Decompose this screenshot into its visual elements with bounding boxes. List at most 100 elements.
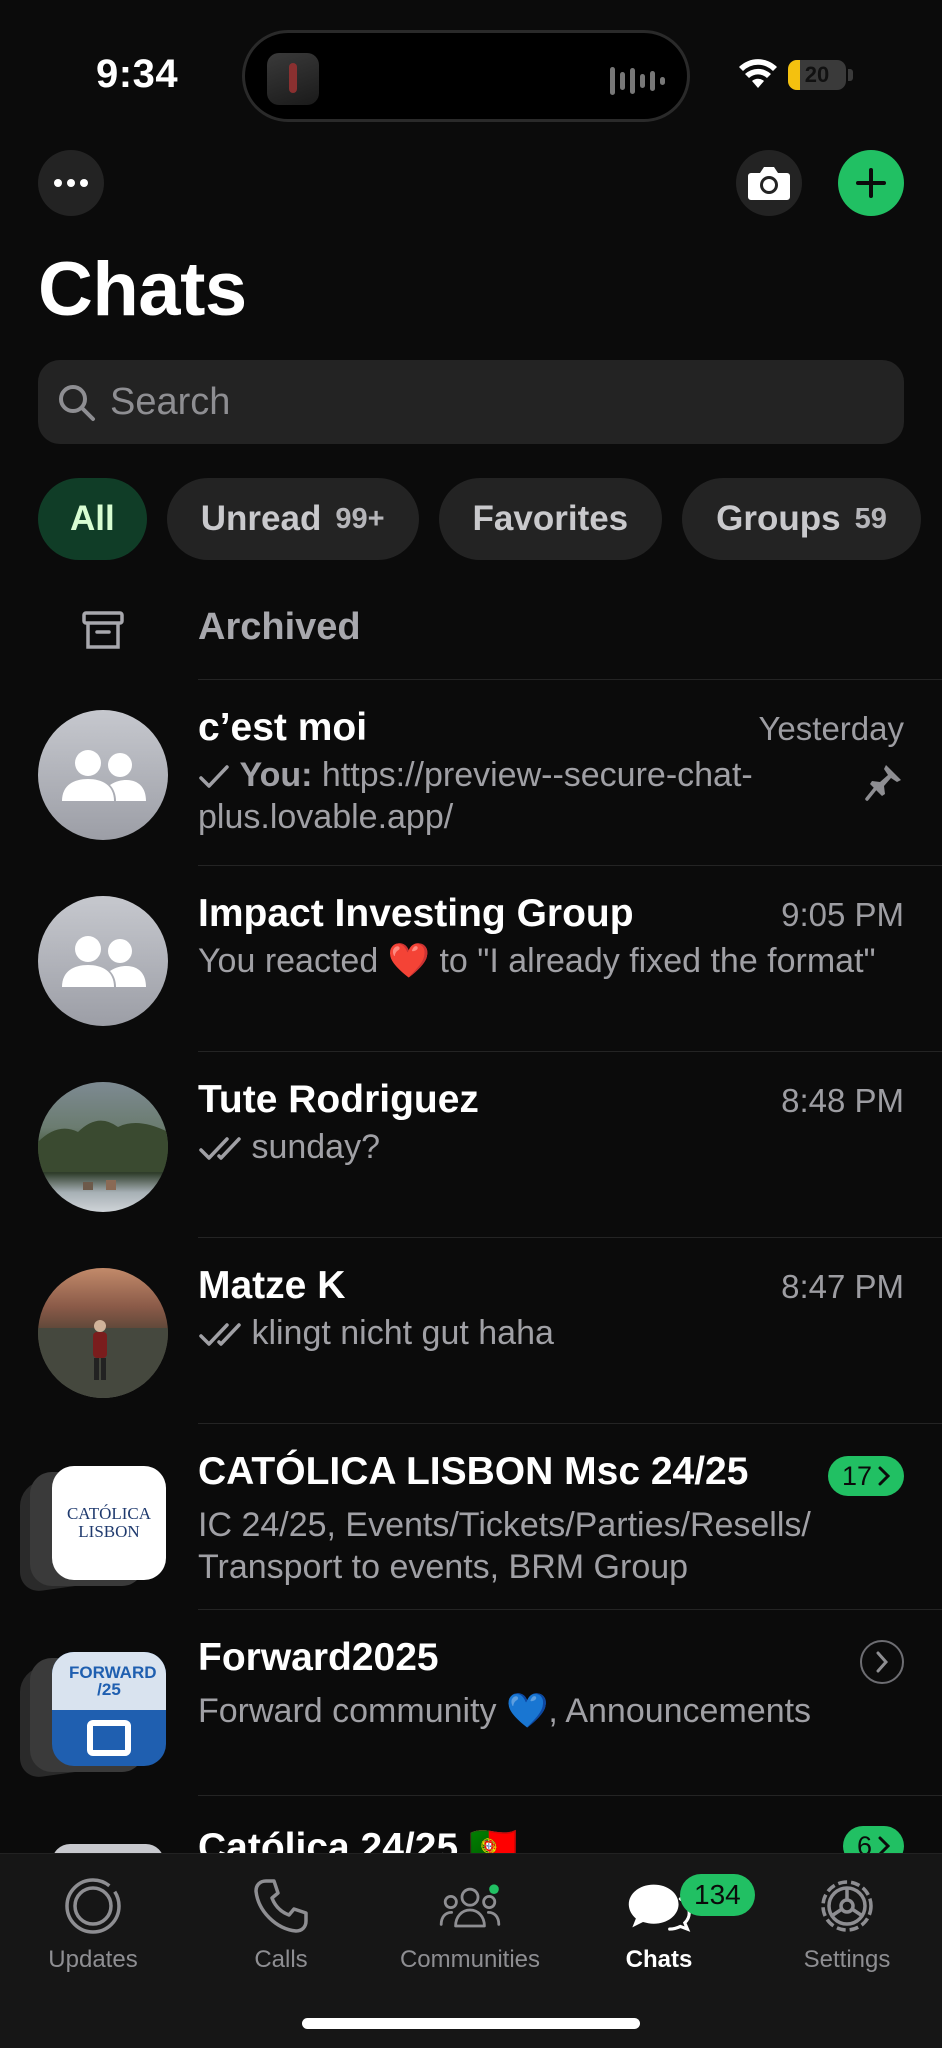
filter-chip-label: Favorites (472, 499, 629, 538)
tab-label: Chats (625, 1946, 693, 1973)
status-time: 9:34 (96, 52, 179, 96)
battery-icon: 20 (788, 60, 846, 90)
avatar (38, 710, 168, 840)
chat-preview: Forward community 💙, Announcements (198, 1690, 898, 1732)
group-icon (62, 936, 146, 987)
search-icon (52, 378, 100, 426)
search-bar[interactable] (38, 360, 904, 444)
chat-row[interactable]: FORWARD /25 Forward2025 Forward communit… (0, 1610, 942, 1796)
wifi-icon (739, 59, 777, 88)
settings-icon (815, 1874, 879, 1938)
tab-communities[interactable]: Communities (385, 1874, 555, 1984)
tab-label: Calls (254, 1946, 308, 1973)
chat-row[interactable]: c’est moi Yesterday You: https://preview… (0, 680, 942, 866)
community-avatar: CATÓLICA LISBON (20, 1454, 170, 1594)
chevron-right-icon (876, 1651, 889, 1673)
community-logo-text: FORWARD /25 (69, 1663, 157, 1699)
filter-chip-count: 99+ (335, 502, 385, 535)
camera-button[interactable] (736, 150, 802, 216)
chats-icon (627, 1874, 691, 1938)
tab-label: Updates (48, 1946, 138, 1973)
battery-nub (848, 69, 853, 81)
unread-badge[interactable]: 17 (827, 1456, 904, 1496)
tab-calls[interactable]: Calls (196, 1874, 366, 1984)
message-text: , Announcements (548, 1692, 812, 1730)
chevron-right-icon (878, 1466, 890, 1486)
avatar (38, 1082, 168, 1212)
ellipsis-icon (54, 179, 88, 187)
home-indicator (302, 2018, 640, 2029)
group-icon (62, 750, 146, 801)
profile-photo (38, 1320, 168, 1398)
audio-waveform-icon (610, 67, 665, 95)
chat-time: Yesterday (758, 710, 904, 747)
camera-icon (748, 167, 790, 200)
tab-settings[interactable]: Settings (762, 1874, 932, 1984)
double-check-icon (199, 1137, 241, 1160)
status-bar: 9:34 20 (0, 0, 942, 140)
chat-time: 8:47 PM (781, 1268, 904, 1305)
filter-chip-unread[interactable]: Unread 99+ (166, 478, 419, 560)
chat-preview: You reacted ❤️ to "I already fixed the f… (198, 940, 898, 982)
dynamic-island[interactable] (242, 30, 690, 122)
more-options-button[interactable] (38, 150, 104, 216)
message-text: You reacted (198, 942, 388, 980)
avatar (38, 896, 168, 1026)
new-chat-button[interactable] (838, 150, 904, 216)
chat-row[interactable]: Impact Investing Group 9:05 PM You react… (0, 866, 942, 1052)
chat-row[interactable]: Matze K 8:47 PM klingt nicht gut haha (0, 1238, 942, 1424)
heart-emoji: ❤️ (387, 942, 431, 980)
chat-name: Forward2025 (198, 1636, 439, 1679)
unread-count: 17 (841, 1460, 872, 1491)
message-text: klingt nicht gut haha (251, 1314, 554, 1352)
chat-name: Matze K (198, 1264, 346, 1307)
archive-icon (82, 611, 124, 649)
phone-icon (249, 1874, 313, 1938)
page-title: Chats (38, 247, 247, 332)
chat-row[interactable]: CATÓLICA LISBON CATÓLICA LISBON Msc 24/2… (0, 1424, 942, 1610)
chevron-right-icon (878, 1836, 890, 1853)
chat-preview: IC 24/25, Events/Tickets/Parties/Resells… (198, 1506, 811, 1586)
chat-name: Tute Rodriguez (198, 1078, 479, 1121)
chat-name: Católica 24/25 🇵🇹 (198, 1826, 518, 1853)
tab-chats[interactable]: Chats 134 (574, 1874, 755, 1984)
unread-badge: 134 (680, 1874, 755, 1916)
now-playing-thumbnail (267, 53, 319, 105)
community-avatar: FORWARD /25 (20, 1640, 170, 1780)
community-open-button[interactable] (860, 1640, 904, 1684)
chat-name: Impact Investing Group (198, 892, 634, 935)
tab-label: Settings (803, 1946, 891, 1973)
message-text: to "I already fixed the format" (430, 942, 876, 980)
avatar (38, 1268, 168, 1398)
double-check-icon (199, 1323, 241, 1346)
pin-icon (865, 765, 901, 801)
unread-badge[interactable]: 6 (842, 1826, 904, 1854)
tab-updates[interactable]: Updates (8, 1874, 178, 1984)
chat-preview: sunday? (198, 1126, 838, 1168)
sent-check-icon (199, 765, 229, 788)
chat-name: c’est moi (198, 706, 368, 749)
filter-chips: All Unread 99+ Favorites Groups 59 (38, 478, 921, 560)
filter-chip-count: 59 (854, 502, 887, 535)
message-text: sunday? (251, 1128, 380, 1166)
filter-chip-label: Groups (716, 499, 841, 538)
search-input[interactable] (110, 380, 870, 424)
filter-chip-label: Unread (200, 499, 322, 538)
message-text: Forward community (198, 1692, 506, 1730)
filter-chip-all[interactable]: All (38, 478, 147, 560)
filter-chip-groups[interactable]: Groups 59 (682, 478, 921, 560)
filter-chip-favorites[interactable]: Favorites (438, 478, 663, 560)
community-logo-text: CATÓLICA LISBON (66, 1504, 152, 1541)
battery-level: 20 (804, 62, 830, 87)
chat-name: CATÓLICA LISBON Msc 24/25 (198, 1450, 749, 1493)
blue-heart-emoji: 💙 (505, 1692, 549, 1730)
chat-preview: klingt nicht gut haha (198, 1312, 838, 1354)
chat-time: 9:05 PM (781, 896, 904, 933)
profile-photo (38, 1120, 168, 1190)
archived-label: Archived (198, 606, 361, 648)
tab-label: Communities (399, 1946, 541, 1973)
communities-icon (438, 1874, 502, 1938)
chat-row[interactable]: Tute Rodriguez 8:48 PM sunday? (0, 1052, 942, 1238)
chat-row[interactable]: Católica 24/25 🇵🇹 6 (0, 1796, 942, 1853)
unread-count: 6 (856, 1830, 872, 1854)
